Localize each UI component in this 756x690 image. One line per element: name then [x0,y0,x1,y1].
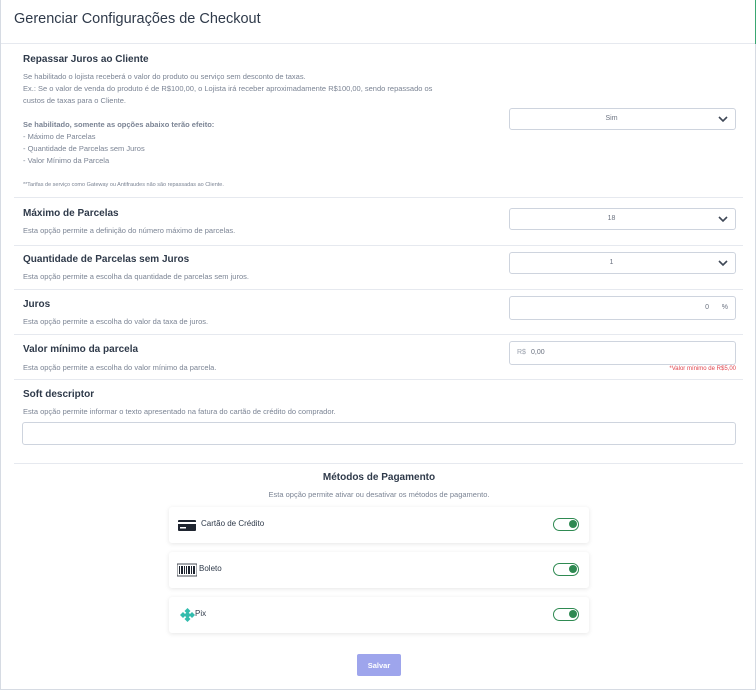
chevron-down-icon [718,116,728,123]
repassar-desc-2: Ex.: Se o valor de venda do produto é de… [23,84,433,93]
juros-input[interactable]: 0 % [509,296,736,320]
section-max-parcelas: Máximo de Parcelas Esta opção permite a … [14,198,743,246]
toggle-knob [569,610,577,618]
payment-methods-title: Métodos de Pagamento [322,472,436,483]
credit-card-icon [178,520,196,531]
select-value: 1 [609,259,614,266]
valor-minimo-desc: Esta opção permite a escolha do valor mí… [23,363,217,372]
max-parcelas-title: Máximo de Parcelas [23,208,119,219]
repassar-juros-select[interactable]: Sim [509,108,736,130]
credit-card-toggle[interactable] [553,518,579,531]
save-button[interactable]: Salvar [357,654,401,676]
payment-method-card: Cartão de Crédito [169,507,589,543]
juros-desc: Esta opção permite a escolha do valor da… [23,317,209,326]
juros-value: 0 [705,304,709,311]
payment-method-card: Boleto [169,552,589,588]
valor-minimo-error: *Valor mínimo de R$5,00 [669,366,736,372]
section-soft-descriptor: Soft descriptor Esta opção permite infor… [14,380,743,464]
repassar-footnote: **Tarifas de serviço como Gateway ou Ant… [23,182,224,188]
percent-suffix: % [721,304,728,311]
barcode-icon [177,563,197,577]
boleto-toggle[interactable] [553,563,579,576]
soft-descriptor-input[interactable] [22,422,736,445]
payment-method-card: Pix [169,597,589,633]
soft-descriptor-desc: Esta opção permite informar o texto apre… [23,407,336,416]
max-parcelas-desc: Esta opção permite a definição do número… [23,226,236,235]
valor-minimo-input[interactable]: R$ 0,00 [509,341,736,365]
soft-descriptor-title: Soft descriptor [23,389,95,400]
payment-label: Pix [195,609,207,618]
chevron-down-icon [718,260,728,267]
repassar-title: Repassar Juros ao Cliente [23,54,149,65]
panel-header: Gerenciar Configurações de Checkout [1,0,756,44]
pix-icon [180,608,195,622]
pix-toggle[interactable] [553,608,579,621]
section-valor-minimo: Valor mínimo da parcela Esta opção permi… [14,335,743,380]
payment-label: Boleto [199,564,222,573]
repassar-desc-3: custos de taxas para o Cliente. [23,96,126,105]
repassar-bold-note: Se habilitado, somente as opções abaixo … [23,120,215,129]
parcelas-sem-juros-title: Quantidade de Parcelas sem Juros [23,254,190,265]
select-value: 18 [607,215,616,222]
parcelas-sem-juros-select[interactable]: 1 [509,252,736,274]
repassar-option-3: - Valor Mínimo da Parcela [23,156,110,165]
toggle-knob [569,520,577,528]
valor-minimo-title: Valor mínimo da parcela [23,344,139,355]
repassar-option-1: - Máximo de Parcelas [23,132,96,141]
valor-minimo-value: 0,00 [531,349,545,356]
checkout-settings-panel: Gerenciar Configurações de Checkout Repa… [0,0,756,690]
max-parcelas-select[interactable]: 18 [509,208,736,230]
repassar-option-2: - Quantidade de Parcelas sem Juros [23,144,145,153]
select-value: Sim [605,115,618,122]
toggle-knob [569,565,577,573]
chevron-down-icon [718,216,728,223]
payment-label: Cartão de Crédito [201,519,265,528]
repassar-desc-1: Se habilitado o lojista receberá o valor… [23,72,306,81]
section-parcelas-sem-juros: Quantidade de Parcelas sem Juros Esta op… [14,246,743,290]
parcelas-sem-juros-desc: Esta opção permite a escolha da quantida… [23,272,249,281]
currency-prefix: R$ [517,349,526,356]
juros-title: Juros [23,299,51,310]
payment-methods-desc: Esta opção permite ativar ou desativar o… [268,490,490,499]
page-title: Gerenciar Configurações de Checkout [14,11,261,27]
section-repassar-juros: Repassar Juros ao Cliente Se habilitado … [14,44,743,198]
section-juros: Juros Esta opção permite a escolha do va… [14,290,743,335]
